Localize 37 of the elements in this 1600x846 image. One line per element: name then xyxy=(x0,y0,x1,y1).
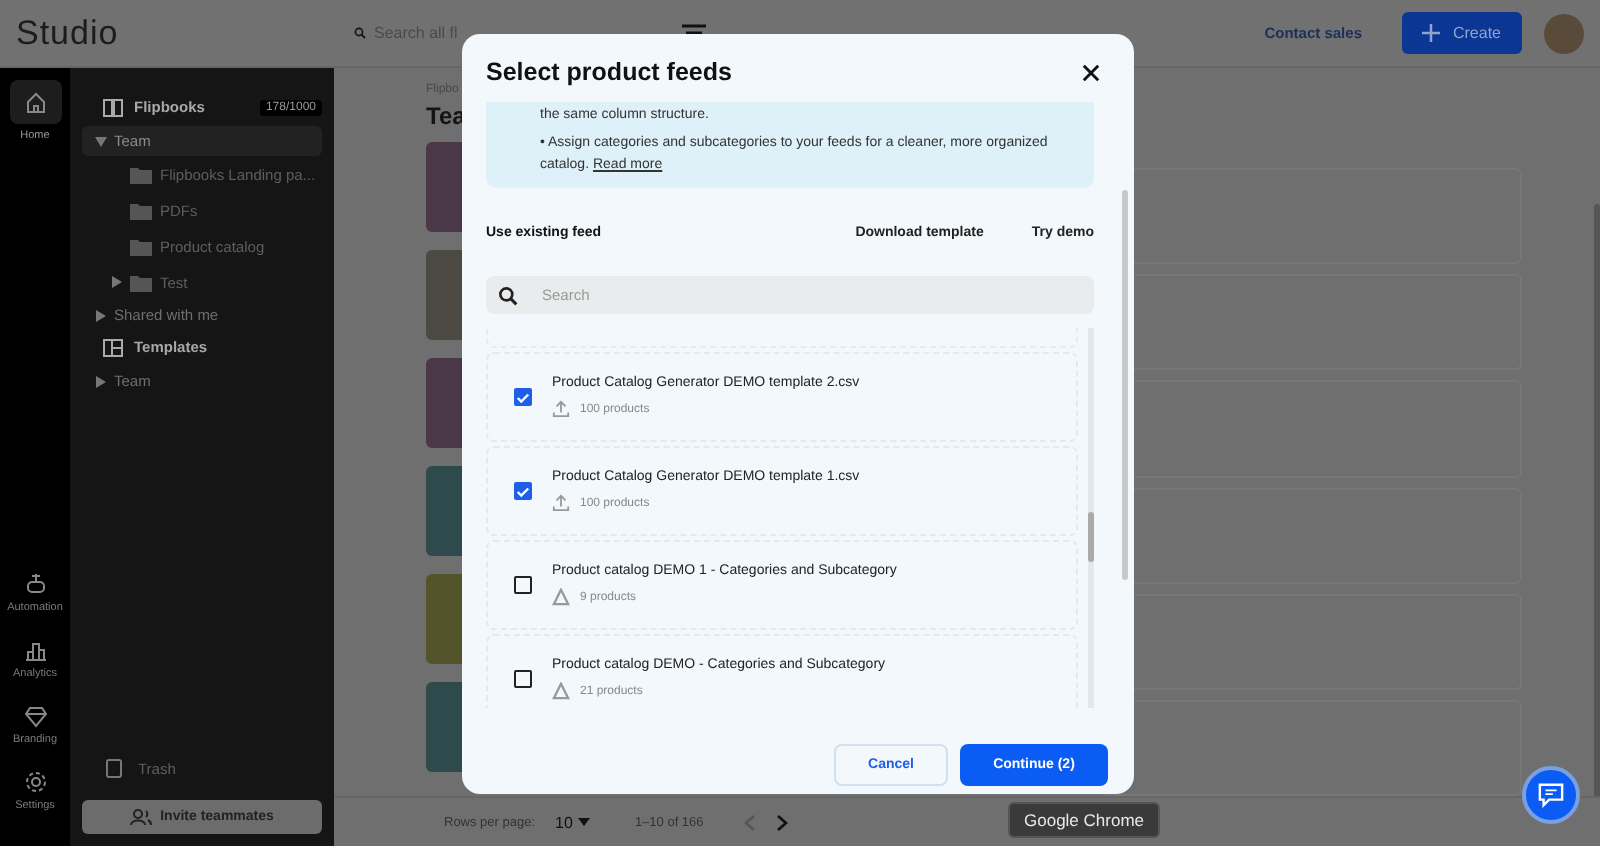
logo: Studio xyxy=(14,13,121,53)
close-icon[interactable] xyxy=(1082,63,1100,81)
plus-icon xyxy=(1422,24,1441,42)
search-icon xyxy=(354,22,366,44)
diamond-icon xyxy=(23,704,47,728)
trash-icon xyxy=(106,758,122,778)
people-icon xyxy=(130,808,153,826)
folder-icon xyxy=(130,273,152,291)
book-icon xyxy=(102,97,124,117)
caret-icon[interactable] xyxy=(96,309,106,321)
dropdown-caret-icon[interactable] xyxy=(578,818,591,826)
bar-chart-icon xyxy=(23,638,47,662)
create-button[interactable]: Create xyxy=(1402,12,1522,54)
tooltip: Google Chrome xyxy=(1008,802,1161,838)
template-icon xyxy=(102,337,124,357)
upload-icon xyxy=(552,400,570,418)
folder-icon xyxy=(130,201,152,219)
robot-icon xyxy=(23,572,47,596)
upload-icon xyxy=(552,494,570,512)
triangle-arrows-icon xyxy=(552,682,570,700)
folder-icon xyxy=(130,165,152,183)
dialog-title: Select product feeds xyxy=(486,58,732,86)
caret-icon[interactable] xyxy=(96,375,106,387)
caret-icon[interactable] xyxy=(112,276,122,288)
rows-per-page-select[interactable]: 10 xyxy=(555,813,573,831)
next-icon[interactable] xyxy=(775,813,788,831)
checkbox[interactable] xyxy=(514,670,532,688)
triangle-arrows-icon xyxy=(552,588,570,606)
checkbox[interactable] xyxy=(514,388,532,406)
settings-icon xyxy=(23,770,47,794)
home-icon xyxy=(9,80,61,124)
folder-icon xyxy=(130,237,152,255)
chat-icon xyxy=(1538,782,1564,808)
checkbox[interactable] xyxy=(514,482,532,500)
caret-icon[interactable] xyxy=(95,136,107,146)
checkbox[interactable] xyxy=(514,576,532,594)
search-icon xyxy=(498,285,518,305)
